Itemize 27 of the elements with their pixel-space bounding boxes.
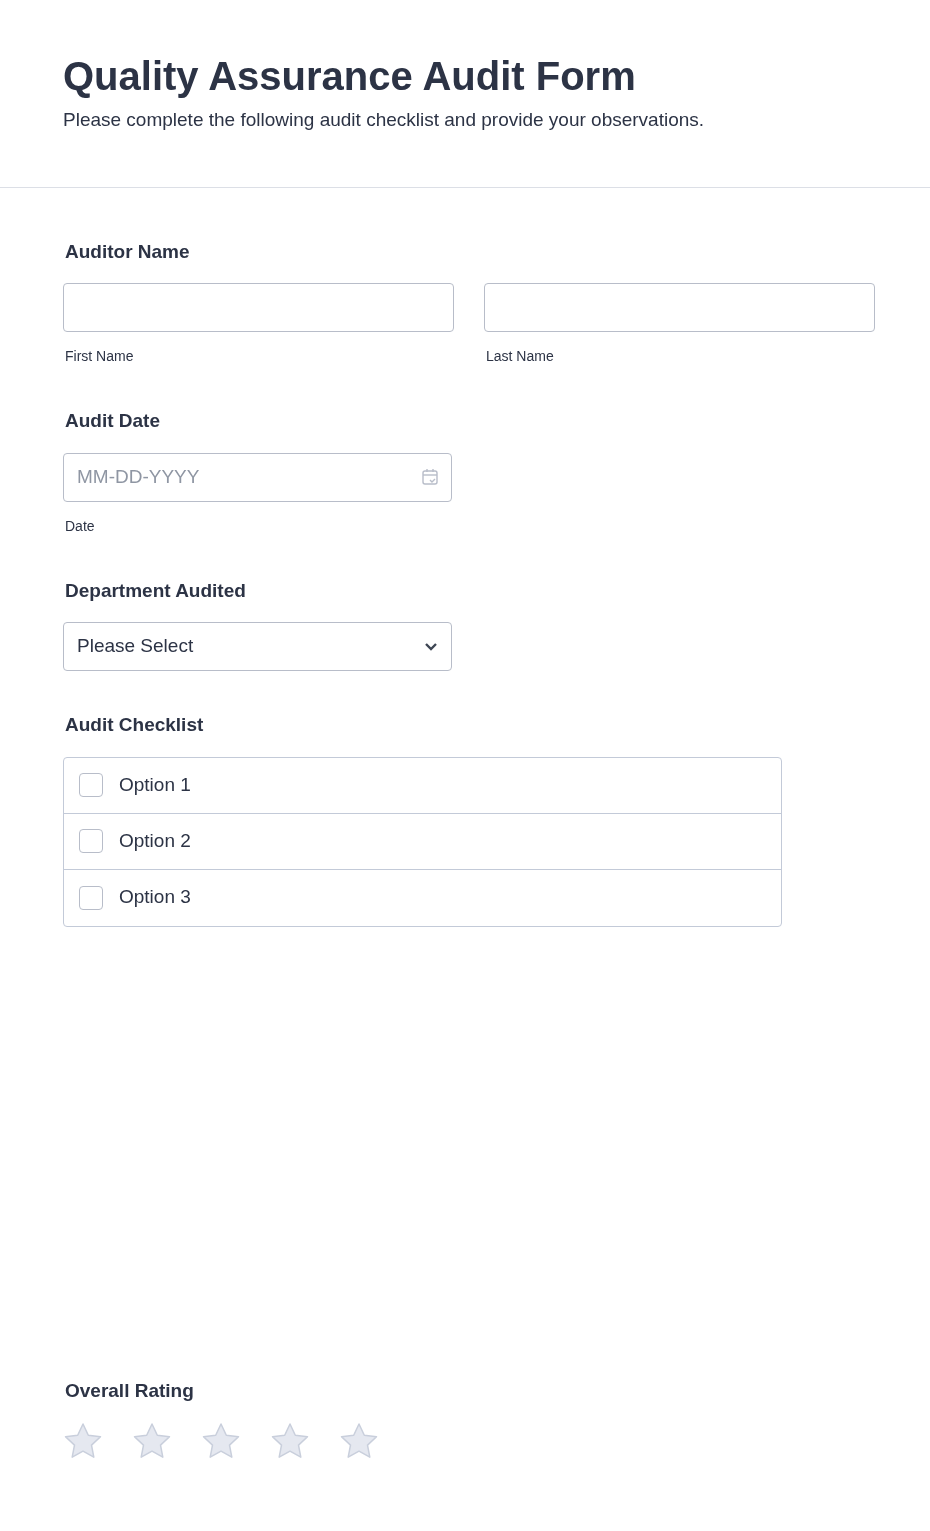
star-icon[interactable] bbox=[63, 1422, 103, 1460]
calendar-icon[interactable] bbox=[421, 467, 439, 486]
star-icon[interactable] bbox=[201, 1422, 241, 1460]
field-label: Department Audited bbox=[65, 578, 247, 603]
date-field[interactable]: MM-DD-YYYY bbox=[63, 452, 452, 502]
field-label: Overall Rating bbox=[65, 1378, 195, 1403]
checkbox-label[interactable]: Option 3 bbox=[119, 883, 191, 912]
text-field[interactable] bbox=[63, 283, 454, 332]
field-sublabel: Last Name bbox=[486, 347, 555, 366]
field-label: Auditor Name bbox=[65, 239, 191, 264]
star-icon[interactable] bbox=[132, 1422, 172, 1460]
star-icon[interactable] bbox=[270, 1422, 310, 1460]
field-label: Audit Checklist bbox=[65, 713, 205, 737]
checkbox[interactable] bbox=[79, 773, 103, 797]
checkbox[interactable] bbox=[79, 829, 103, 853]
field-label: Audit Date bbox=[65, 409, 161, 433]
field-sublabel: First Name bbox=[65, 347, 135, 366]
department-dropdown[interactable]: Please Select bbox=[63, 622, 452, 671]
form-subtitle: Please complete the following audit checklist and provide your observations. bbox=[63, 108, 706, 132]
text-field[interactable] bbox=[484, 283, 875, 332]
checkbox-label[interactable]: Option 1 bbox=[119, 770, 191, 800]
form-title: Quality Assurance Audit Form bbox=[63, 53, 637, 100]
chevron-down-icon bbox=[424, 642, 438, 651]
checkbox[interactable] bbox=[79, 885, 103, 910]
star-icon[interactable] bbox=[339, 1422, 379, 1460]
field-sublabel: Date bbox=[65, 516, 96, 536]
checkbox-label[interactable]: Option 2 bbox=[119, 826, 191, 856]
